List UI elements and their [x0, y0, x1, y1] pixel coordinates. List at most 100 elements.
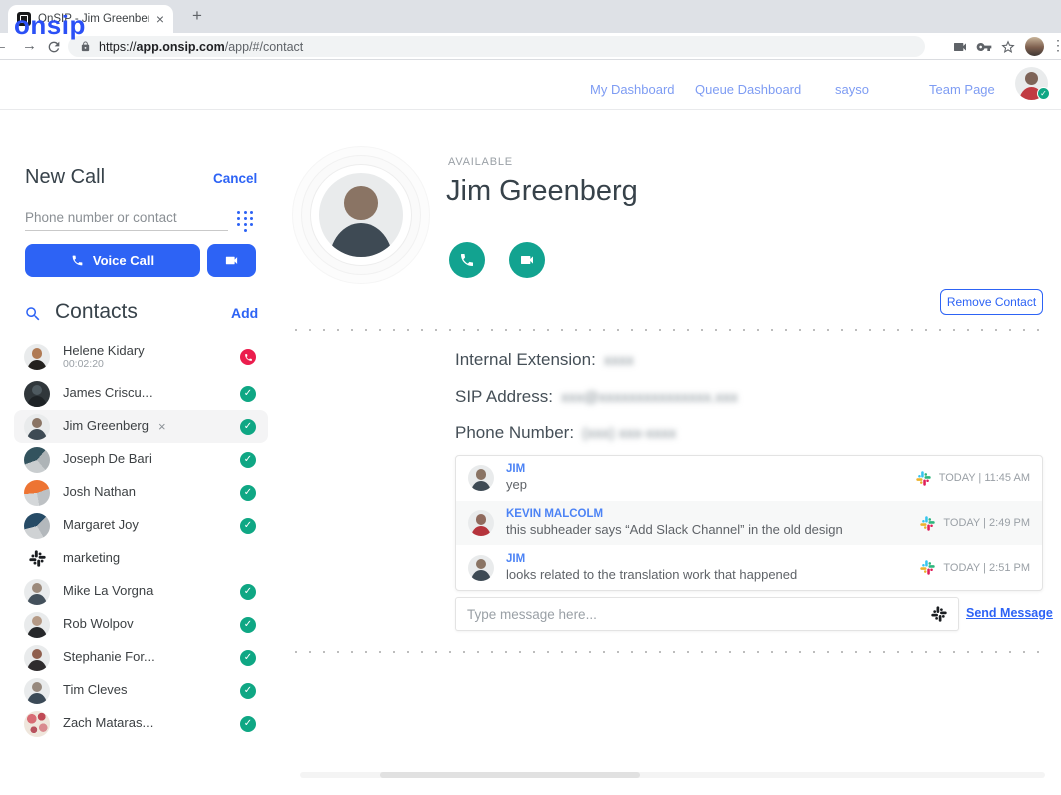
- videocam-toolbar-icon[interactable]: [952, 39, 968, 55]
- contact-row-josh[interactable]: Josh Nathan: [14, 476, 268, 509]
- available-badge: [240, 485, 256, 501]
- chat-message: KEVIN MALCOLM this subheader says “Add S…: [456, 501, 1042, 546]
- avatar: [24, 344, 50, 370]
- contact-name: Joseph De Bari: [63, 452, 152, 467]
- profile-photo: [319, 173, 403, 257]
- available-badge: [240, 716, 256, 732]
- browser-toolbar: ← → https://app.onsip.com/app/#/contact …: [0, 33, 1061, 60]
- slack-icon[interactable]: [931, 606, 947, 622]
- cancel-button[interactable]: Cancel: [213, 171, 257, 186]
- star-bookmark-icon[interactable]: [1000, 39, 1016, 55]
- new-tab-button[interactable]: +: [184, 4, 210, 28]
- call-contact-button[interactable]: [449, 242, 485, 278]
- key-icon[interactable]: [976, 39, 992, 55]
- available-badge: [240, 386, 256, 402]
- chat-message-list: JIM yep TODAY | 11:45 AM KEVIN MALCOLM t…: [455, 455, 1043, 591]
- avatar: [24, 711, 50, 737]
- tab-close-icon[interactable]: ×: [156, 11, 164, 27]
- slack-icon: [920, 516, 935, 531]
- available-badge: [240, 650, 256, 666]
- message-text: yep: [506, 478, 527, 493]
- contact-row-joseph[interactable]: Joseph De Bari: [14, 443, 268, 476]
- available-badge: [240, 419, 256, 435]
- onsip-logo[interactable]: onsip: [14, 10, 86, 41]
- nav-queue-dashboard[interactable]: Queue Dashboard: [695, 82, 801, 97]
- voice-call-button[interactable]: Voice Call: [25, 244, 200, 277]
- avatar: [24, 678, 50, 704]
- dialpad-icon[interactable]: [237, 211, 254, 232]
- extension-label: Internal Extension:: [455, 350, 596, 369]
- avatar: [24, 414, 50, 440]
- message-text: looks related to the translation work th…: [506, 568, 797, 583]
- contact-name: Stephanie For...: [63, 650, 155, 665]
- profile-name: Jim Greenberg: [446, 175, 638, 208]
- extension-row: Internal Extension:xxxx: [455, 350, 634, 370]
- contact-row-margaret[interactable]: Margaret Joy: [14, 509, 268, 542]
- dashed-divider: [295, 651, 1046, 653]
- avatar: [468, 555, 494, 581]
- avatar: [24, 480, 50, 506]
- contact-row-helene[interactable]: Helene Kidary 00:02:20: [14, 337, 268, 377]
- contact-row-stephanie[interactable]: Stephanie For...: [14, 641, 268, 674]
- videocam-icon: [224, 253, 239, 268]
- remove-contact-button[interactable]: Remove Contact: [940, 289, 1043, 315]
- contact-name: Margaret Joy: [63, 518, 139, 533]
- phone-value-redacted: (xxx) xxx-xxxx: [582, 425, 676, 442]
- avatar: [24, 513, 50, 539]
- contact-row-marketing[interactable]: marketing: [14, 542, 268, 575]
- deselect-icon[interactable]: ×: [158, 419, 166, 434]
- address-bar[interactable]: https://app.onsip.com/app/#/contact: [68, 36, 925, 57]
- kebab-menu-icon[interactable]: ⋮: [1051, 37, 1061, 54]
- browser-profile-avatar[interactable]: [1025, 37, 1044, 56]
- message-timestamp: TODAY | 2:51 PM: [943, 562, 1030, 574]
- message-timestamp: TODAY | 11:45 AM: [939, 472, 1030, 484]
- available-badge: [240, 518, 256, 534]
- lock-icon: [80, 41, 91, 52]
- contact-row-rob[interactable]: Rob Wolpov: [14, 608, 268, 641]
- horizontal-scrollbar[interactable]: [300, 772, 1045, 778]
- app-header: [0, 60, 1061, 110]
- video-call-button[interactable]: [207, 244, 256, 277]
- sip-value-redacted: xxx@xxxxxxxxxxxxxxx.xxx: [561, 389, 738, 406]
- avatar: [468, 510, 494, 536]
- avatar: [24, 645, 50, 671]
- reload-icon[interactable]: [46, 39, 62, 55]
- on-call-badge: [240, 349, 256, 365]
- nav-sayso[interactable]: sayso: [835, 82, 869, 97]
- add-contact-button[interactable]: Add: [231, 305, 258, 321]
- back-arrow-icon[interactable]: ←: [0, 37, 8, 54]
- contact-name: marketing: [63, 551, 120, 566]
- new-call-title: New Call: [25, 166, 105, 189]
- chat-message: JIM yep TODAY | 11:45 AM: [456, 456, 1042, 501]
- search-icon[interactable]: [24, 305, 42, 323]
- phone-icon: [71, 254, 84, 267]
- user-available-badge: [1037, 87, 1050, 100]
- nav-my-dashboard[interactable]: My Dashboard: [590, 82, 675, 97]
- sip-row: SIP Address:xxx@xxxxxxxxxxxxxxx.xxx: [455, 387, 738, 407]
- avatar: [468, 465, 494, 491]
- send-message-button[interactable]: Send Message: [966, 606, 1053, 620]
- video-contact-button[interactable]: [509, 242, 545, 278]
- available-badge: [240, 617, 256, 633]
- contact-name: Jim Greenberg: [63, 419, 149, 434]
- browser-window: OnSIP - Jim Greenberg's Info × + ← → htt…: [0, 0, 1061, 795]
- contact-name: Zach Mataras...: [63, 716, 153, 731]
- message-input[interactable]: [467, 607, 931, 622]
- phone-number-input[interactable]: [25, 205, 228, 231]
- contact-name: Rob Wolpov: [63, 617, 134, 632]
- contact-row-tim[interactable]: Tim Cleves: [14, 674, 268, 707]
- horizontal-scrollbar-thumb[interactable]: [380, 772, 640, 778]
- contact-row-james[interactable]: James Criscu...: [14, 377, 268, 410]
- available-badge: [240, 584, 256, 600]
- browser-tabstrip: OnSIP - Jim Greenberg's Info × +: [0, 0, 1061, 33]
- status-label: AVAILABLE: [448, 156, 513, 168]
- chat-message: JIM looks related to the translation wor…: [456, 545, 1042, 590]
- slack-channel-icon: [29, 550, 46, 567]
- contact-row-zach[interactable]: Zach Mataras...: [14, 707, 268, 740]
- contact-row-mike[interactable]: Mike La Vorgna: [14, 575, 268, 608]
- contact-row-jim-selected[interactable]: Jim Greenberg ×: [14, 410, 268, 443]
- nav-team-page[interactable]: Team Page: [929, 82, 995, 97]
- avatar: [24, 612, 50, 638]
- phone-icon: [459, 252, 475, 268]
- message-input-box: [455, 597, 959, 631]
